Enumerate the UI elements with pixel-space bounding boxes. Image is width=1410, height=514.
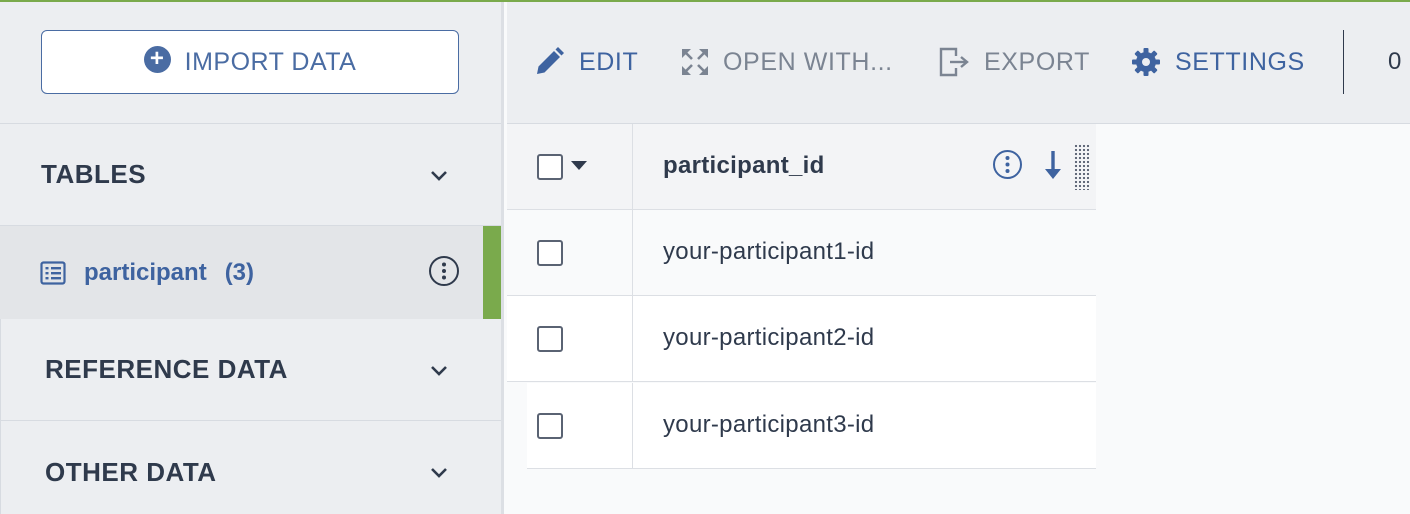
column-info-icon[interactable] xyxy=(992,149,1023,180)
more-options-icon[interactable] xyxy=(428,255,460,287)
pencil-icon xyxy=(537,47,564,74)
caret-down-icon[interactable] xyxy=(571,161,587,170)
table-list-icon xyxy=(40,260,66,285)
export-button[interactable]: EXPORT xyxy=(938,42,1090,82)
section-reference-data[interactable]: REFERENCE DATA xyxy=(0,319,501,421)
column-divider xyxy=(632,296,633,382)
row-checkbox[interactable] xyxy=(537,326,563,352)
gear-icon xyxy=(1132,48,1160,76)
table-row[interactable]: your-participant3-id xyxy=(507,383,1096,469)
section-reference-title: REFERENCE DATA xyxy=(45,354,288,384)
row-checkbox[interactable] xyxy=(537,240,563,266)
open-with-label: OPEN WITH... xyxy=(723,47,893,76)
open-with-button[interactable]: OPEN WITH... xyxy=(681,42,893,82)
chevron-down-icon xyxy=(431,365,447,376)
chevron-down-icon xyxy=(431,170,447,181)
plus-circle-icon: + xyxy=(143,45,171,73)
select-all-checkbox[interactable] xyxy=(537,154,563,180)
section-other-title: OTHER DATA xyxy=(45,456,217,487)
row-gutter xyxy=(507,383,527,469)
import-data-label: IMPORT DATA xyxy=(184,47,357,76)
section-other-data[interactable]: OTHER DATA xyxy=(0,421,501,514)
export-icon xyxy=(939,47,969,77)
settings-label: SETTINGS xyxy=(1175,47,1305,76)
edit-label: EDIT xyxy=(579,47,639,76)
export-label: EXPORT xyxy=(984,47,1090,76)
row-checkbox[interactable] xyxy=(537,413,563,439)
edit-button[interactable]: EDIT xyxy=(533,42,638,82)
table-count: (3) xyxy=(224,258,255,286)
grid-header-row: participant_id xyxy=(507,124,1096,210)
participant-id-cell[interactable]: your-participant1-id xyxy=(663,238,874,266)
toolbar: EDIT OPEN WITH... EXPORT SETTINGS 0 xyxy=(507,2,1410,124)
section-tables[interactable]: TABLES xyxy=(0,124,501,226)
column-divider xyxy=(632,124,633,210)
selected-count: 0 xyxy=(1388,48,1402,75)
table-row[interactable]: your-participant2-id xyxy=(507,296,1096,382)
table-row[interactable]: your-participant1-id xyxy=(507,210,1096,296)
chevron-down-icon xyxy=(431,468,447,478)
settings-button[interactable]: SETTINGS xyxy=(1131,42,1305,82)
sidebar: + IMPORT DATA TABLES participant (3) REF… xyxy=(0,2,504,514)
column-divider xyxy=(632,210,633,296)
participant-id-cell[interactable]: your-participant3-id xyxy=(663,411,874,439)
toolbar-divider xyxy=(1343,30,1344,94)
active-indicator xyxy=(483,226,501,319)
column-divider xyxy=(632,383,633,469)
expand-arrows-icon xyxy=(682,49,708,75)
column-header-participant-id[interactable]: participant_id xyxy=(663,152,825,180)
sort-down-arrow-icon[interactable] xyxy=(1042,149,1064,181)
section-tables-title: TABLES xyxy=(41,159,147,189)
import-area: + IMPORT DATA xyxy=(0,2,501,124)
sidebar-item-participant[interactable]: participant (3) xyxy=(0,226,501,319)
table-name: participant xyxy=(84,258,207,286)
participant-id-cell[interactable]: your-participant2-id xyxy=(663,324,874,352)
import-data-button[interactable]: + IMPORT DATA xyxy=(41,30,459,94)
column-resize-handle[interactable] xyxy=(1074,144,1090,190)
